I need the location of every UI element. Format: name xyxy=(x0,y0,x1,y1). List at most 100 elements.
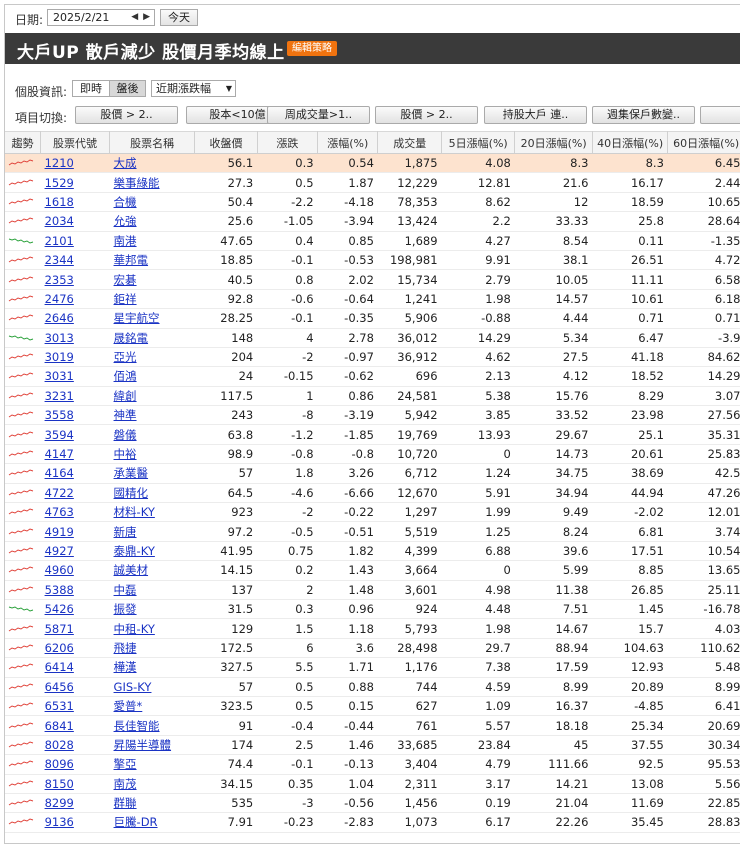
stock-name-cell[interactable]: 華邦電 xyxy=(109,250,195,271)
stock-code-link[interactable]: 4763 xyxy=(45,505,74,519)
col-header[interactable]: 60日漲幅(%) xyxy=(667,131,740,154)
stock-code-cell[interactable]: 4722 xyxy=(40,483,110,504)
stock-code-link[interactable]: 4927 xyxy=(45,544,74,558)
stock-name-cell[interactable]: 晟銘電 xyxy=(109,328,195,348)
stock-name-link[interactable]: 星宇航空 xyxy=(114,311,160,325)
stock-name-cell[interactable]: 佰鴻 xyxy=(109,366,195,387)
stock-code-link[interactable]: 1618 xyxy=(45,195,74,209)
stock-name-cell[interactable]: 飛捷 xyxy=(109,638,195,659)
stock-code-cell[interactable]: 8150 xyxy=(40,774,110,794)
stock-code-link[interactable]: 6414 xyxy=(45,660,74,674)
table-row[interactable]: 6206 飛捷 172.5 6 3.6 28,498 29.7 88.94 104.63 110.… xyxy=(5,638,740,659)
stock-name-cell[interactable]: 鉅祥 xyxy=(109,289,195,310)
table-row[interactable]: 1210 大成 56.1 0.3 0.54 1,875 4.08 8.3 8.3 6.45 xyxy=(5,153,740,174)
stock-name-link[interactable]: 振發 xyxy=(114,602,137,616)
stock-name-link[interactable]: GIS-KY xyxy=(114,680,152,694)
stock-code-cell[interactable]: 5388 xyxy=(40,580,110,600)
stock-name-link[interactable]: 樂事綠能 xyxy=(114,176,160,190)
table-row[interactable]: 4960 誠美材 14.15 0.2 1.43 3,664 0 5.99 8.85 13.65 xyxy=(5,560,740,581)
table-row[interactable]: 3031 佰鴻 24 -0.15 -0.62 696 2.13 4.12 18.52 14.29 xyxy=(5,366,740,387)
stock-code-link[interactable]: 1529 xyxy=(45,176,74,190)
stock-code-cell[interactable]: 5871 xyxy=(40,618,110,639)
stock-code-cell[interactable]: 3013 xyxy=(40,328,110,348)
table-row[interactable]: 5388 中磊 137 2 1.48 3,601 4.98 11.38 26.85 25.11 xyxy=(5,580,740,600)
stock-code-link[interactable]: 3019 xyxy=(45,350,74,364)
stock-code-cell[interactable]: 6206 xyxy=(40,638,110,659)
stock-code-link[interactable]: 5426 xyxy=(45,602,74,616)
col-header[interactable]: 40日漲幅(%) xyxy=(592,131,669,154)
table-row[interactable]: 8299 群聯 535 -3 -0.56 1,456 0.19 21.04 11.69 22.85 xyxy=(5,793,740,814)
stock-code-cell[interactable]: 4919 xyxy=(40,521,110,542)
stock-code-link[interactable]: 8096 xyxy=(45,757,74,771)
stock-name-cell[interactable]: 愛普* xyxy=(109,696,195,717)
stock-name-link[interactable]: 中裕 xyxy=(114,447,137,461)
stock-name-link[interactable]: 佰鴻 xyxy=(114,369,137,383)
table-row[interactable]: 2646 星宇航空 28.25 -0.1 -0.35 5,906 -0.88 4.44 0.71… xyxy=(5,308,740,329)
table-row[interactable]: 4919 新唐 97.2 -0.5 -0.51 5,519 1.25 8.24 6.81 3.74 xyxy=(5,521,740,542)
stock-code-link[interactable]: 2344 xyxy=(45,253,74,267)
stock-name-link[interactable]: 亞光 xyxy=(114,350,137,364)
table-row[interactable]: 4927 泰鼎-KY 41.95 0.75 1.82 4,399 6.88 39.6 17.51… xyxy=(5,541,740,562)
stock-code-cell[interactable]: 2646 xyxy=(40,308,110,329)
stock-name-link[interactable]: 磐儀 xyxy=(114,428,137,442)
stock-name-link[interactable]: 擎亞 xyxy=(114,757,137,771)
table-row[interactable]: 9136 巨騰-DR 7.91 -0.23 -2.83 1,073 6.17 22.26 35.… xyxy=(5,812,740,833)
stock-code-cell[interactable]: 4960 xyxy=(40,560,110,581)
table-row[interactable]: 3594 磐儀 63.8 -1.2 -1.85 19,769 13.93 29.67 25.1 3… xyxy=(5,424,740,445)
stock-code-cell[interactable]: 9136 xyxy=(40,812,110,833)
stock-code-cell[interactable]: 1529 xyxy=(40,172,110,193)
stock-name-link[interactable]: 群聯 xyxy=(114,796,137,810)
period-select[interactable]: 近期漲跌幅 ▼ xyxy=(151,80,236,97)
stock-code-cell[interactable]: 3031 xyxy=(40,366,110,387)
stock-code-cell[interactable]: 1618 xyxy=(40,192,110,213)
stock-code-cell[interactable]: 5426 xyxy=(40,599,110,620)
stock-code-cell[interactable]: 6456 xyxy=(40,677,110,697)
stock-name-cell[interactable]: 星宇航空 xyxy=(109,308,195,329)
stock-code-cell[interactable]: 3019 xyxy=(40,347,110,368)
col-header[interactable]: 成交量 xyxy=(377,131,443,154)
stock-code-cell[interactable]: 4927 xyxy=(40,541,110,562)
stock-name-cell[interactable]: 磐儀 xyxy=(109,424,195,445)
stock-name-cell[interactable]: 新唐 xyxy=(109,521,195,542)
stock-code-cell[interactable]: 6414 xyxy=(40,657,110,678)
col-header[interactable]: 5日漲幅(%) xyxy=(441,131,516,154)
col-header[interactable]: 股票代號 xyxy=(40,131,111,154)
col-header[interactable]: 20日漲幅(%) xyxy=(514,131,593,154)
stock-code-link[interactable]: 5388 xyxy=(45,583,74,597)
table-row[interactable]: 8150 南茂 34.15 0.35 1.04 2,311 3.17 14.21 13.08 5.… xyxy=(5,774,740,794)
stock-name-link[interactable]: 緯創 xyxy=(114,389,137,403)
table-row[interactable]: 5426 振發 31.5 0.3 0.96 924 4.48 7.51 1.45 -16.78 xyxy=(5,599,740,620)
stock-name-link[interactable]: 昇陽半導體 xyxy=(114,738,172,752)
table-row[interactable]: 3019 亞光 204 -2 -0.97 36,912 4.62 27.5 41.18 84.62 xyxy=(5,347,740,368)
stock-code-cell[interactable]: 2344 xyxy=(40,250,110,271)
stock-name-link[interactable]: 大成 xyxy=(114,156,137,170)
stock-name-cell[interactable]: 承業醫 xyxy=(109,463,195,484)
stock-code-link[interactable]: 2101 xyxy=(45,234,74,248)
date-stepper-icon[interactable]: ◀ ▶ xyxy=(131,10,151,25)
table-row[interactable]: 3013 晟銘電 148 4 2.78 36,012 14.29 5.34 6.47 -3.9 xyxy=(5,328,740,348)
date-input[interactable]: 2025/2/21 ◀ ▶ xyxy=(47,9,155,26)
stock-name-cell[interactable]: 大成 xyxy=(109,153,195,174)
table-row[interactable]: 1529 樂事綠能 27.3 0.5 1.87 12,229 12.81 21.6 16.17 2… xyxy=(5,172,740,193)
table-row[interactable]: 3231 緯創 117.5 1 0.86 24,581 5.38 15.76 8.29 3.07 xyxy=(5,386,740,407)
col-header[interactable]: 漲跌 xyxy=(257,131,319,154)
stock-code-link[interactable]: 8299 xyxy=(45,796,74,810)
stock-code-cell[interactable]: 4147 xyxy=(40,444,110,465)
stock-name-link[interactable]: 南茂 xyxy=(114,777,137,791)
stock-name-link[interactable]: 國精化 xyxy=(114,486,149,500)
stock-name-cell[interactable]: 南茂 xyxy=(109,774,195,794)
stock-name-link[interactable]: 南港 xyxy=(114,234,137,248)
switch-button-3[interactable]: 周成交量>1.. xyxy=(267,106,370,124)
table-row[interactable]: 2476 鉅祥 92.8 -0.6 -0.64 1,241 1.98 14.57 10.61 6.… xyxy=(5,289,740,310)
stock-code-link[interactable]: 3031 xyxy=(45,369,74,383)
stock-code-link[interactable]: 6841 xyxy=(45,719,74,733)
stock-code-cell[interactable]: 2034 xyxy=(40,211,110,232)
table-row[interactable]: 6456 GIS-KY 57 0.5 0.88 744 4.59 8.99 20.89 8.99 xyxy=(5,677,740,697)
stock-code-link[interactable]: 3558 xyxy=(45,408,74,422)
stock-name-link[interactable]: 華邦電 xyxy=(114,253,149,267)
stock-code-cell[interactable]: 2476 xyxy=(40,289,110,310)
stock-code-cell[interactable]: 8028 xyxy=(40,735,110,756)
stock-code-link[interactable]: 2646 xyxy=(45,311,74,325)
stock-code-cell[interactable]: 8299 xyxy=(40,793,110,814)
table-row[interactable]: 4722 國精化 64.5 -4.6 -6.66 12,670 5.91 34.94 44.94… xyxy=(5,483,740,504)
